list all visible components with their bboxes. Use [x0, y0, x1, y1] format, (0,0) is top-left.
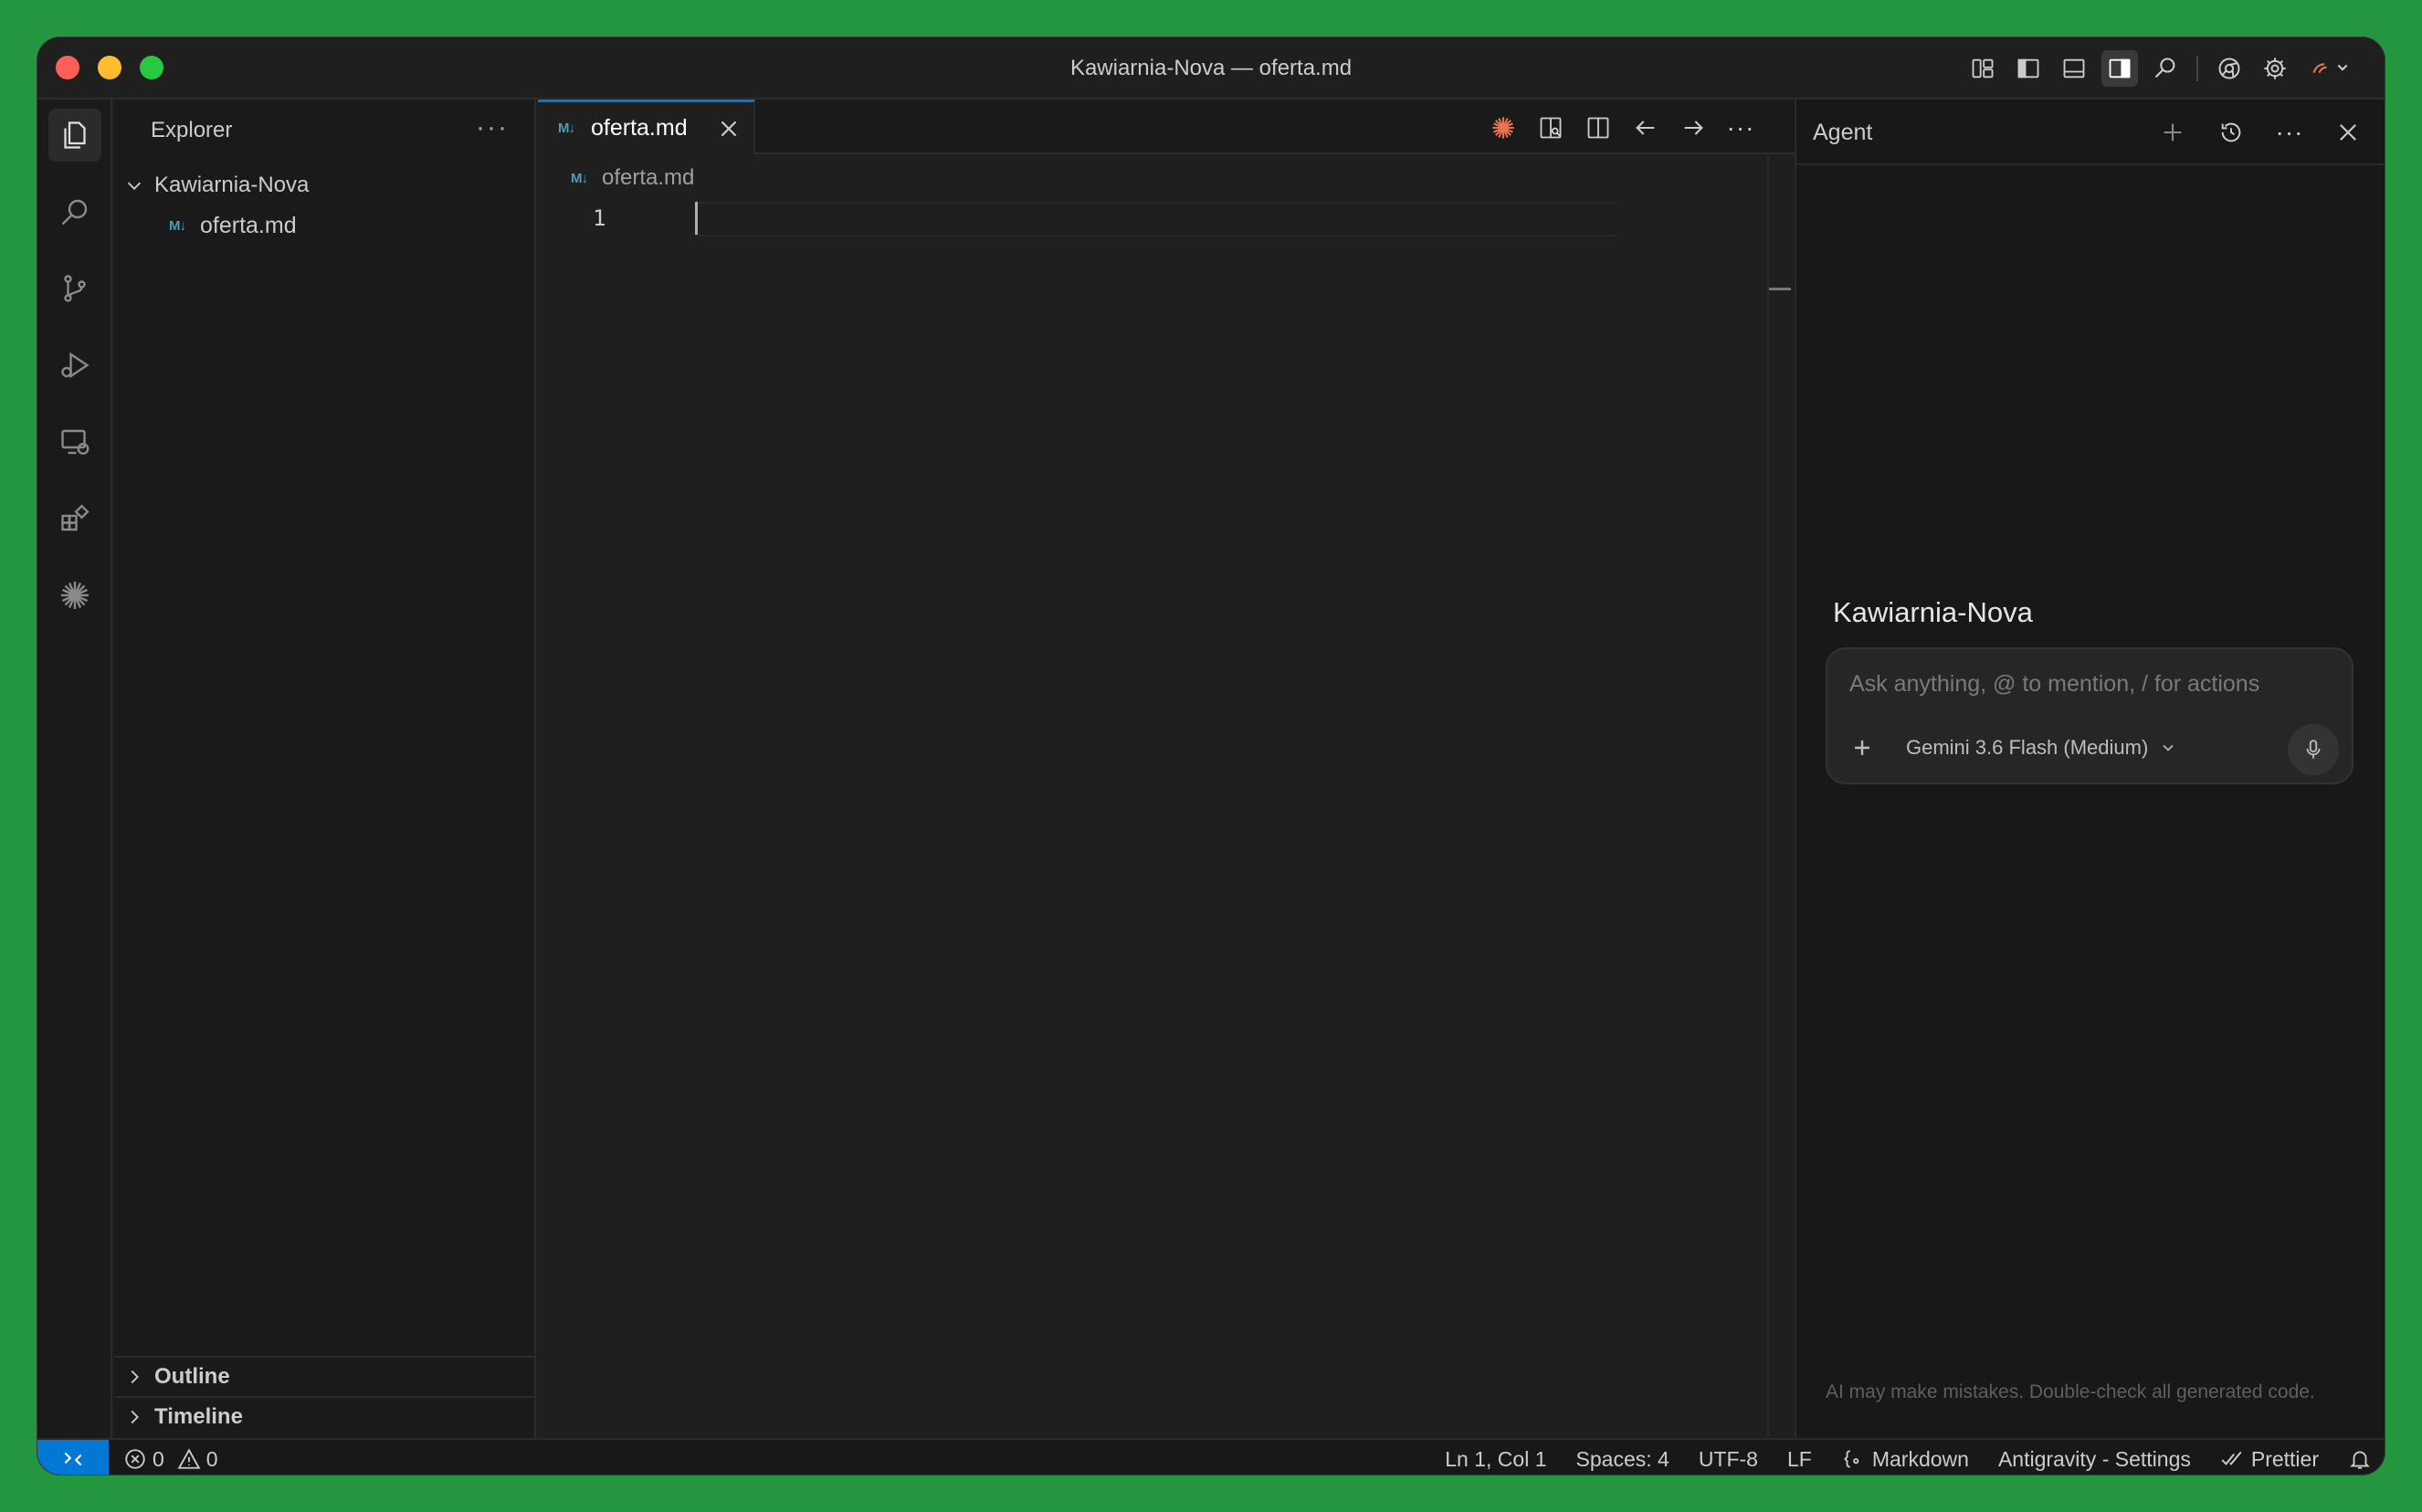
agent-star-icon[interactable]	[48, 569, 101, 622]
braces-icon	[1843, 1450, 1859, 1468]
source-control-icon[interactable]	[48, 262, 101, 315]
microphone-icon	[2306, 740, 2321, 759]
chevron-right-icon	[121, 1364, 147, 1390]
timeline-section[interactable]: Timeline	[114, 1396, 534, 1436]
agent-more-button[interactable]: ···	[2271, 114, 2308, 151]
history-icon[interactable]	[2213, 114, 2249, 151]
title-bar: Kawiarnia-Nova — oferta.md	[37, 37, 2385, 100]
editor-tabs: M↓ oferta.md ···	[538, 100, 1795, 154]
model-label: Gemini 3.6 Flash (Medium)	[1906, 736, 2149, 759]
open-preview-icon[interactable]	[1533, 110, 1568, 145]
editor-scrollbar[interactable]	[1767, 154, 1795, 1438]
agent-panel: Agent ··· Kawiarnia-Nova Gemini 3.6 Flas…	[1795, 100, 2385, 1438]
encoding[interactable]: UTF-8	[1699, 1447, 1758, 1472]
explorer-more-button[interactable]: ···	[476, 112, 509, 143]
toggle-primary-sidebar-icon[interactable]	[2010, 50, 2047, 87]
markdown-icon: M↓	[169, 217, 186, 234]
title-bar-actions	[1964, 50, 2357, 87]
remote-explorer-icon[interactable]	[48, 415, 101, 468]
chevron-down-icon	[2163, 744, 2174, 751]
editor-actions: ···	[1486, 110, 1758, 145]
new-chat-plus-icon[interactable]	[2154, 114, 2191, 151]
close-icon[interactable]	[717, 117, 741, 141]
indentation[interactable]: Spaces: 4	[1576, 1447, 1669, 1472]
split-editor-icon[interactable]	[1581, 110, 1616, 145]
chat-input[interactable]	[1849, 671, 2333, 698]
remote-icon	[64, 1452, 82, 1466]
tab-label: oferta.md	[591, 115, 688, 141]
ai-disclaimer: AI may make mistakes. Double-check all g…	[1826, 1381, 2315, 1402]
double-check-icon	[2221, 1451, 2242, 1465]
toggle-secondary-sidebar-icon[interactable]	[2101, 50, 2138, 87]
agent-project-title: Kawiarnia-Nova	[1833, 596, 2033, 628]
timeline-label: Timeline	[154, 1404, 243, 1429]
prettier-status[interactable]: Prettier	[2220, 1447, 2319, 1472]
current-line-highlight[interactable]	[695, 202, 1617, 236]
error-count: 0	[153, 1446, 164, 1471]
explorer-icon[interactable]	[48, 109, 101, 162]
explorer-title: Explorer	[151, 118, 233, 142]
prettier-label: Prettier	[2250, 1446, 2319, 1471]
agent-header: Agent ···	[1796, 100, 2385, 165]
title-separator	[2196, 56, 2198, 81]
chevron-down-icon	[121, 173, 147, 198]
model-selector[interactable]: Gemini 3.6 Flash (Medium)	[1906, 733, 2177, 762]
language-mode[interactable]: Markdown	[1841, 1447, 1969, 1472]
account-icon[interactable]	[2302, 50, 2357, 87]
breadcrumb[interactable]: M↓ oferta.md	[571, 160, 694, 196]
warning-count: 0	[205, 1446, 218, 1471]
arrow-right-icon[interactable]	[1676, 110, 1711, 145]
toggle-panel-icon[interactable]	[2056, 50, 2092, 87]
run-debug-icon[interactable]	[48, 339, 101, 392]
text-cursor	[695, 202, 698, 235]
activity-bar	[37, 100, 112, 1438]
agent-star-icon[interactable]	[1486, 110, 1521, 145]
close-icon[interactable]	[2330, 114, 2366, 151]
folder-kawiarnia-nova[interactable]: Kawiarnia-Nova	[121, 167, 309, 204]
warning-icon	[177, 1448, 201, 1469]
arrow-left-icon[interactable]	[1628, 110, 1663, 145]
line-number: 1	[593, 205, 606, 231]
search-view-icon[interactable]	[48, 185, 101, 238]
end-of-line[interactable]: LF	[1787, 1447, 1812, 1472]
chat-composer: Gemini 3.6 Flash (Medium)	[1826, 647, 2354, 784]
file-label: oferta.md	[200, 212, 297, 238]
outline-section[interactable]: Outline	[114, 1356, 534, 1396]
breadcrumb-file: oferta.md	[602, 165, 695, 190]
editor-area: M↓ oferta.md ··· M↓ oferta.md 1	[538, 100, 1795, 1438]
markdown-icon: M↓	[571, 170, 588, 186]
markdown-icon: M↓	[558, 121, 575, 136]
scrollbar-cursor-marker	[1769, 288, 1791, 290]
antigravity-settings[interactable]: Antigravity - Settings	[1998, 1447, 2191, 1472]
chevron-right-icon	[121, 1404, 147, 1430]
editor-more-button[interactable]: ···	[1723, 110, 1758, 145]
status-right-items: Ln 1, Col 1 Spaces: 4 UTF-8 LF Markdown …	[1445, 1440, 2372, 1475]
folder-label: Kawiarnia-Nova	[154, 173, 310, 197]
tab-oferta-md[interactable]: M↓ oferta.md	[538, 100, 755, 154]
browser-icon[interactable]	[2211, 50, 2248, 87]
search-icon[interactable]	[2147, 50, 2184, 87]
agent-actions: ···	[2154, 114, 2366, 151]
cursor-position[interactable]: Ln 1, Col 1	[1445, 1447, 1546, 1472]
error-icon	[125, 1449, 145, 1469]
add-context-plus-icon[interactable]	[1848, 733, 1877, 762]
status-bar: 0 0 Ln 1, Col 1 Spaces: 4 UTF-8 LF Markd…	[37, 1438, 2385, 1475]
agent-title: Agent	[1813, 120, 1873, 145]
outline-label: Outline	[154, 1364, 230, 1389]
file-oferta-md[interactable]: M↓ oferta.md	[169, 207, 297, 244]
settings-gear-icon[interactable]	[2257, 50, 2293, 87]
explorer-sidebar: Explorer ··· Kawiarnia-Nova M↓ oferta.md…	[114, 100, 536, 1438]
microphone-button[interactable]	[2288, 724, 2339, 775]
extensions-icon[interactable]	[48, 492, 101, 545]
customize-layout-icon[interactable]	[1964, 50, 2001, 87]
problems-indicator[interactable]: 0 0	[123, 1440, 218, 1475]
remote-indicator[interactable]	[37, 1440, 109, 1475]
notifications-bell-icon[interactable]	[2348, 1447, 2372, 1471]
app-window: Kawiarnia-Nova — oferta.md Explorer ··· …	[37, 37, 2385, 1475]
language-label: Markdown	[1871, 1446, 1969, 1471]
